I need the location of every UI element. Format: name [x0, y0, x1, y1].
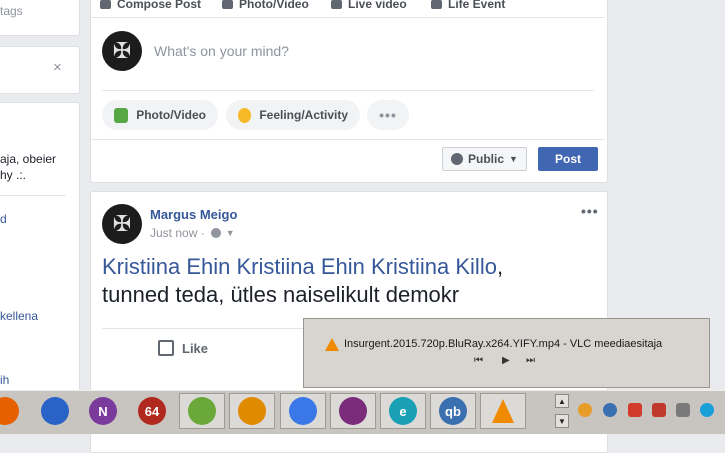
taskbar-button[interactable]: e — [380, 393, 426, 429]
firefox-icon — [0, 397, 19, 425]
pencil-icon — [100, 0, 111, 10]
taskbar-button[interactable]: N — [80, 393, 126, 429]
chrome-icon — [289, 397, 317, 425]
thumbs-up-icon — [158, 340, 174, 356]
chevron-down-icon: ▼ — [509, 154, 518, 164]
left-card-list — [0, 102, 80, 404]
more-options-button[interactable]: ••• — [367, 100, 409, 130]
search-tool-icon — [238, 397, 266, 425]
taskbar-button[interactable] — [280, 393, 326, 429]
tab-compose-post[interactable]: Compose Post — [100, 0, 201, 11]
photo-icon — [114, 107, 129, 123]
left-text-line: hy .:. — [0, 168, 27, 182]
eset-icon: e — [389, 397, 417, 425]
left-link[interactable]: kellena — [0, 309, 38, 323]
notepad-plus-icon — [188, 397, 216, 425]
composer-footer-divider — [91, 139, 605, 140]
flag-icon — [431, 0, 442, 10]
left-link[interactable]: ih — [0, 373, 9, 387]
privacy-selector[interactable]: Public ▼ — [442, 147, 527, 171]
avatar[interactable]: ✠ — [102, 31, 142, 71]
camera-icon — [222, 0, 233, 10]
post-meta: Just now · ▼ — [150, 226, 235, 240]
tray-security-icon[interactable] — [652, 403, 666, 417]
taskbar-button[interactable]: qb — [430, 393, 476, 429]
play-icon[interactable]: ▶ — [502, 355, 510, 366]
video-icon — [331, 0, 342, 10]
close-icon[interactable]: × — [53, 59, 62, 76]
taskbar-button[interactable] — [179, 393, 225, 429]
taskbar-scroll-down[interactable]: ▼ — [555, 414, 569, 428]
post-author-name[interactable]: Margus Meigo — [150, 207, 237, 222]
vlc-icon — [489, 397, 517, 425]
photo-video-button[interactable]: Photo/Video — [102, 100, 218, 130]
left-card-dismissible — [0, 46, 80, 94]
composer-divider — [102, 90, 594, 91]
post-author-avatar[interactable]: ✠ — [102, 204, 142, 244]
tags-label: tags — [0, 4, 23, 18]
tray-sync-icon[interactable] — [628, 403, 642, 417]
tab-live-video[interactable]: Live video — [331, 0, 407, 11]
globe-icon — [451, 153, 463, 165]
left-divider — [0, 195, 66, 196]
taskbar-button[interactable]: 64 — [129, 393, 175, 429]
post-body: Kristiina Ehin Kristiina Ehin Kristiina … — [102, 253, 572, 309]
winrar-icon — [339, 397, 367, 425]
composer-card — [90, 0, 608, 183]
vlc-cone-icon — [325, 338, 339, 351]
status-input[interactable]: What's on your mind? — [154, 43, 289, 59]
aida64-icon: 64 — [138, 397, 166, 425]
taskbar-scroll-up[interactable]: ▲ — [555, 394, 569, 408]
globe-icon[interactable] — [210, 228, 221, 238]
media-player-icon — [41, 397, 69, 425]
post-timestamp[interactable]: Just now · — [150, 226, 205, 240]
next-icon[interactable]: ⏭ — [526, 355, 535, 366]
post-options-icon[interactable]: ••• — [581, 203, 599, 219]
tab-photo-video[interactable]: Photo/Video — [222, 0, 309, 11]
chevron-down-icon[interactable]: ▼ — [226, 228, 235, 238]
taskbar-button[interactable] — [0, 393, 28, 429]
tray-qbittorrent-icon[interactable] — [603, 403, 617, 417]
tab-life-event[interactable]: Life Event — [431, 0, 505, 11]
more-icon: ••• — [379, 107, 397, 123]
vlc-window-title[interactable]: Insurgent.2015.720p.BluRay.x264.YIFY.mp4… — [344, 338, 662, 350]
tray-usb-icon[interactable] — [676, 403, 690, 417]
taskbar-button[interactable] — [229, 393, 275, 429]
previous-icon[interactable]: ⏮ — [474, 355, 483, 366]
left-link[interactable]: d — [0, 212, 7, 226]
qbittorrent-icon: qb — [439, 397, 467, 425]
composer-tabs-divider — [91, 17, 605, 18]
post-mention-link[interactable]: Kristiina Ehin Kristiina Ehin Kristiina … — [102, 254, 497, 279]
taskbar-button[interactable] — [480, 393, 526, 429]
feeling-activity-button[interactable]: Feeling/Activity — [226, 100, 360, 130]
taskbar-button[interactable] — [330, 393, 376, 429]
taskbar-button[interactable] — [32, 393, 78, 429]
tray-network-icon[interactable] — [700, 403, 714, 417]
vlc-taskbar-preview — [303, 318, 710, 388]
post-button[interactable]: Post — [538, 147, 598, 171]
smiley-icon — [238, 107, 252, 123]
left-text-line: aja, obeier — [0, 152, 57, 166]
onenote-icon: N — [89, 397, 117, 425]
tray-app-icon[interactable] — [578, 403, 592, 417]
like-button[interactable]: Like — [158, 340, 208, 356]
